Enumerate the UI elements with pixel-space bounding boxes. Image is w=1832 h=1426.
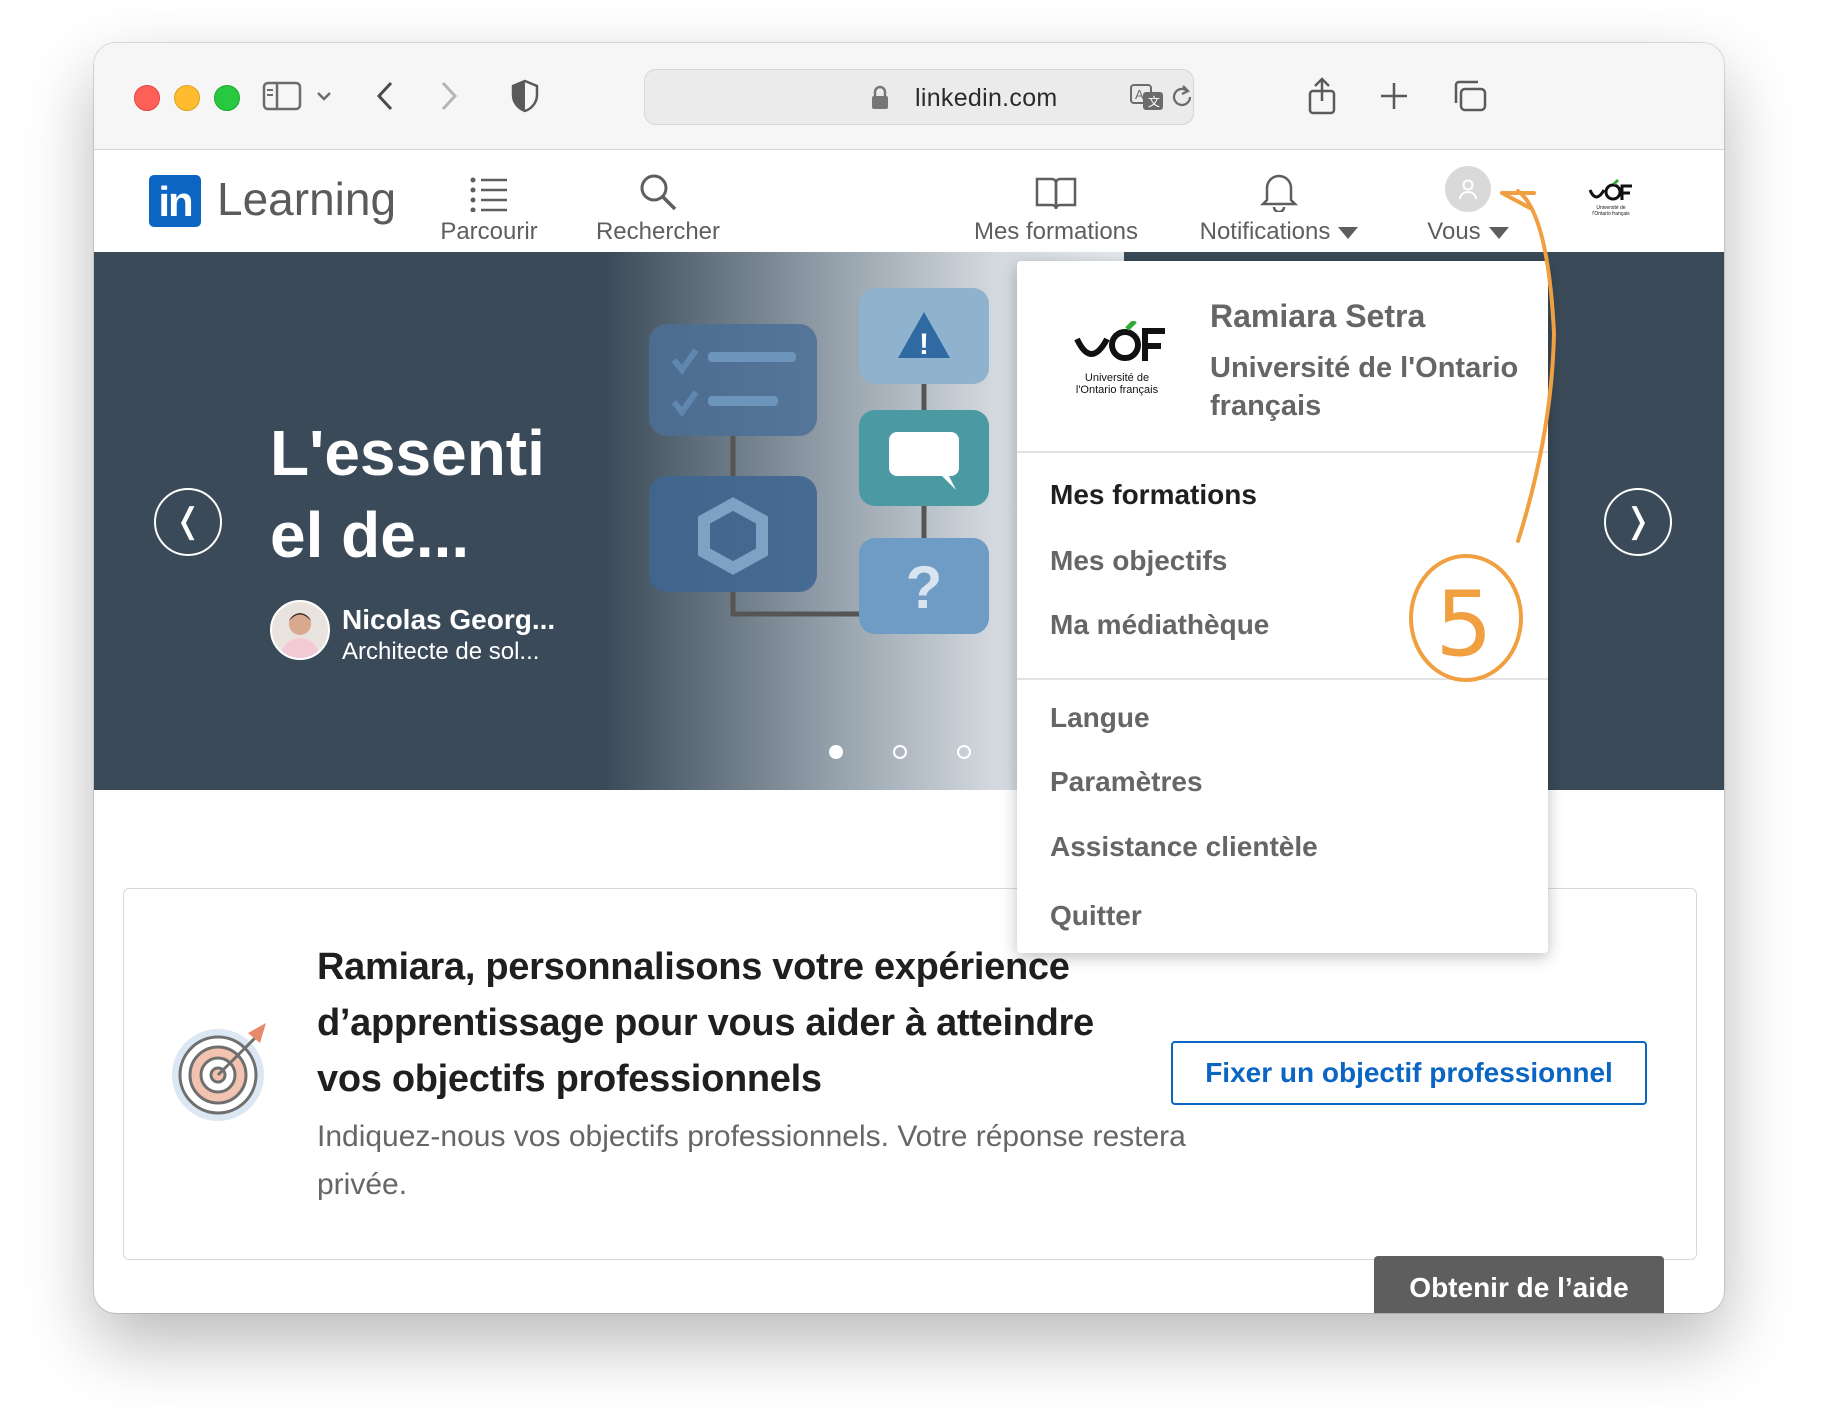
user-icon (1459, 179, 1477, 200)
svg-text:!: ! (919, 328, 929, 361)
learning-logo-text[interactable]: Learning (217, 172, 396, 226)
back-icon[interactable] (370, 73, 400, 119)
nav-me[interactable]: Vous (1420, 166, 1516, 246)
svg-text:l'Ontario français: l'Ontario français (1592, 211, 1630, 217)
goal-card-title: Ramiara, personnalisons votre expérience… (317, 946, 1094, 1100)
lock-icon (872, 85, 888, 109)
privacy-shield-icon[interactable] (508, 73, 542, 119)
carousel-dot[interactable] (893, 745, 907, 759)
caret-down-icon (1338, 226, 1359, 239)
menu-divider (1017, 678, 1548, 680)
nav-search[interactable]: Rechercher (588, 168, 728, 246)
svg-text:文: 文 (1148, 94, 1160, 109)
browser-toolbar: linkedin.com A文 (94, 43, 1724, 150)
linkedin-logo[interactable]: in (149, 175, 201, 227)
forward-icon[interactable] (434, 73, 464, 119)
org-logo-caption-2: l'Ontario français (1076, 384, 1159, 396)
user-name: Ramiara Setra (1210, 298, 1426, 334)
learning-navbar: in Learning Parcourir Rechercher Mes for… (94, 150, 1724, 252)
search-icon (640, 174, 677, 211)
book-icon (1035, 177, 1077, 210)
nav-notifications-label: Notifications (1199, 218, 1331, 245)
author-role: Architecte de sol... (342, 638, 540, 665)
nav-browse-label: Parcourir (440, 218, 538, 245)
translate-icon[interactable]: A文 (1129, 82, 1165, 112)
new-tab-icon[interactable] (1376, 73, 1412, 119)
menu-divider (1017, 451, 1548, 453)
author-avatar (270, 600, 330, 660)
organization-logo[interactable]: Université de l'Ontario français (1584, 178, 1638, 218)
nav-my-courses[interactable]: Mes formations (966, 168, 1146, 246)
menu-item-my-goals[interactable]: Mes objectifs (1050, 545, 1227, 577)
bell-icon (1259, 174, 1299, 212)
reload-icon[interactable] (1169, 83, 1195, 111)
minimize-window-button[interactable] (174, 85, 200, 111)
course-title[interactable]: L'essenti el de... (270, 412, 590, 576)
target-icon (172, 1023, 266, 1121)
chevron-down-icon[interactable] (312, 73, 336, 119)
share-icon[interactable] (1304, 73, 1340, 119)
address-bar[interactable]: linkedin.com A文 (644, 69, 1194, 125)
sidebar-icon[interactable] (260, 73, 304, 119)
menu-item-sign-out[interactable]: Quitter (1050, 900, 1142, 932)
carousel-next-button[interactable]: ❭ (1604, 488, 1672, 556)
svg-text:A: A (1135, 87, 1144, 102)
set-career-goal-button[interactable]: Fixer un objectif professionnel (1171, 1041, 1647, 1105)
close-window-button[interactable] (134, 85, 160, 111)
menu-item-settings[interactable]: Paramètres (1050, 766, 1203, 798)
menu-item-language[interactable]: Langue (1050, 702, 1150, 734)
caret-down-icon (1488, 226, 1509, 239)
carousel-prev-button[interactable]: ❬ (154, 488, 222, 556)
avatar (1445, 166, 1491, 212)
nav-notifications[interactable]: Notifications (1189, 168, 1369, 246)
nav-my-courses-label: Mes formations (973, 218, 1139, 245)
nav-browse[interactable]: Parcourir (434, 168, 544, 246)
menu-item-customer-support[interactable]: Assistance clientèle (1050, 831, 1318, 863)
nav-me-label: Vous (1427, 218, 1481, 245)
browser-window: linkedin.com A文 in Learning Parcourir Re… (94, 43, 1724, 1313)
list-icon (470, 177, 507, 212)
tabs-overview-icon[interactable] (1450, 73, 1490, 119)
menu-item-my-library[interactable]: Ma médiathèque (1050, 609, 1269, 641)
zoom-window-button[interactable] (214, 85, 240, 111)
author-name: Nicolas Georg... (342, 604, 556, 635)
organization-logo: Université de l'Ontario français (1067, 319, 1177, 401)
profile-dropdown-menu: Université de l'Ontario français Ramiara… (1017, 261, 1548, 953)
get-help-button[interactable]: Obtenir de l’aide (1374, 1256, 1664, 1313)
url-text: linkedin.com (915, 84, 1058, 112)
user-organization: Université de l'Ontario français (1210, 352, 1519, 422)
menu-item-my-courses[interactable]: Mes formations (1050, 479, 1257, 511)
carousel-dot[interactable] (829, 745, 843, 759)
carousel-dot[interactable] (957, 745, 971, 759)
svg-text:?: ? (906, 554, 943, 621)
goal-card-subtitle: Indiquez-nous vos objectifs professionne… (317, 1120, 1186, 1201)
nav-search-label: Rechercher (595, 218, 721, 245)
org-logo-caption-1: Université de (1085, 372, 1149, 384)
